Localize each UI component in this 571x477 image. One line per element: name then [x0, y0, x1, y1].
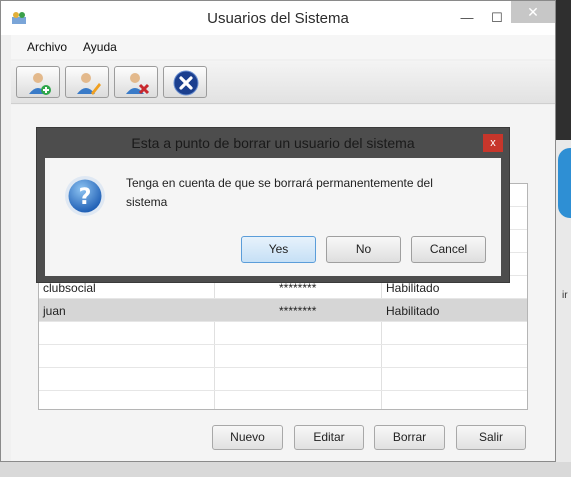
question-icon: ?	[65, 176, 105, 216]
cell-status: Habilitado	[386, 304, 440, 318]
exit-button-bottom[interactable]: Salir	[456, 425, 526, 450]
table-row[interactable]	[39, 368, 527, 391]
title-bar: Usuarios del Sistema — ☐ ✕	[1, 1, 555, 35]
cell-status: Habilitado	[386, 281, 440, 295]
add-user-icon	[29, 73, 51, 95]
menu-ayuda[interactable]: Ayuda	[83, 40, 117, 54]
background-strip	[0, 462, 571, 477]
background-blue-shape	[558, 148, 571, 218]
toolbar	[11, 61, 555, 104]
edit-button[interactable]: Editar	[294, 425, 364, 450]
yes-button[interactable]: Yes	[241, 236, 316, 263]
background-window-fragment: ir	[556, 140, 571, 477]
add-user-button[interactable]	[16, 66, 60, 98]
maximize-button[interactable]: ☐	[483, 7, 511, 29]
dialog-title: Esta a punto de borrar un usuario del si…	[131, 135, 415, 151]
dialog-body: ? Tenga en cuenta de que se borrará perm…	[45, 158, 501, 276]
exit-button[interactable]	[163, 66, 207, 98]
menu-bar: Archivo Ayuda	[11, 35, 555, 59]
cell-password: ********	[279, 281, 317, 295]
table-row[interactable]	[39, 322, 527, 345]
cancel-button[interactable]: Cancel	[411, 236, 486, 263]
edit-user-button[interactable]	[65, 66, 109, 98]
cell-user: juan	[43, 304, 66, 318]
close-button[interactable]: ✕	[511, 1, 555, 23]
minimize-button[interactable]: —	[453, 7, 481, 29]
cell-user: clubsocial	[43, 281, 96, 295]
menu-archivo[interactable]: Archivo	[27, 40, 67, 54]
dialog-close-button[interactable]: x	[483, 134, 503, 152]
confirm-dialog: Esta a punto de borrar un usuario del si…	[36, 127, 510, 283]
delete-user-icon	[126, 73, 150, 95]
edit-user-icon	[77, 73, 101, 95]
delete-button[interactable]: Borrar	[374, 425, 445, 450]
exit-icon	[173, 70, 199, 96]
cell-password: ********	[279, 304, 317, 318]
background-text: ir	[562, 290, 568, 301]
svg-text:?: ?	[79, 185, 92, 210]
table-row[interactable]	[39, 345, 527, 368]
delete-user-button[interactable]	[114, 66, 158, 98]
new-button[interactable]: Nuevo	[212, 425, 283, 450]
dialog-message: Tenga en cuenta de que se borrará perman…	[126, 176, 433, 209]
table-row-selected[interactable]: juan ******** Habilitado	[39, 299, 527, 322]
no-button[interactable]: No	[326, 236, 401, 263]
